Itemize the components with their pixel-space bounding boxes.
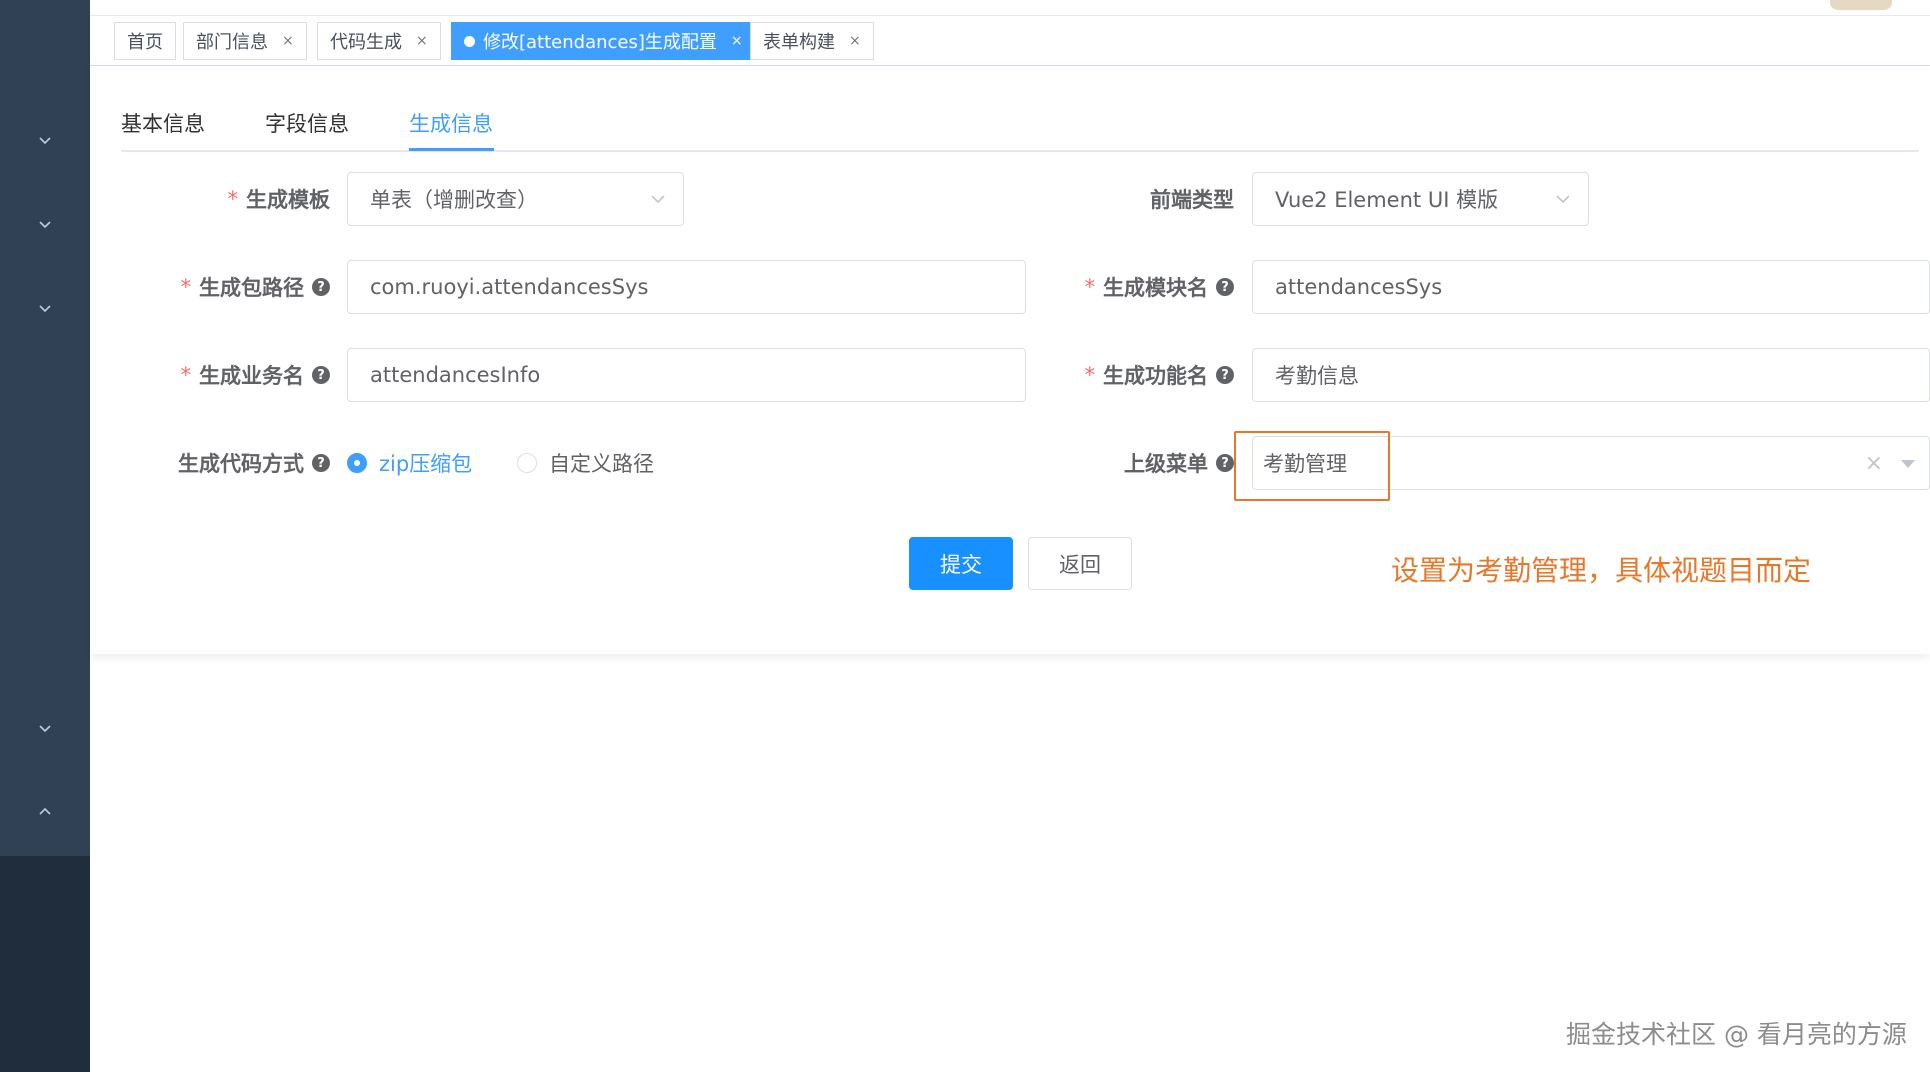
clear-icon[interactable]: × xyxy=(1865,451,1883,476)
input-value: 考勤信息 xyxy=(1275,364,1359,388)
input-value: com.ruoyi.attendancesSys xyxy=(370,275,649,299)
chevron-down-icon[interactable] xyxy=(37,720,53,736)
tag-code-gen[interactable]: 代码生成 × xyxy=(317,22,441,60)
required-mark: * xyxy=(1084,275,1096,299)
watermark: 掘金技术社区 @ 看月亮的方源 xyxy=(1566,1020,1907,1049)
avatar[interactable] xyxy=(1830,0,1892,10)
annotation-highlight-box xyxy=(1234,431,1390,501)
template-label: * 生成模板 xyxy=(120,172,331,226)
radio-circle[interactable] xyxy=(517,453,537,473)
chevron-down-icon[interactable] xyxy=(37,300,53,316)
back-button[interactable]: 返回 xyxy=(1028,537,1132,590)
chevron-down-icon[interactable] xyxy=(37,132,53,148)
tag-label: 表单构建 xyxy=(763,32,835,53)
function-input[interactable]: 考勤信息 xyxy=(1252,348,1930,402)
module-input[interactable]: attendancesSys xyxy=(1252,260,1930,314)
question-icon[interactable]: ? xyxy=(312,366,330,384)
label-text: 生成功能名 xyxy=(1103,364,1208,388)
question-icon[interactable]: ? xyxy=(1216,366,1234,384)
chevron-down-icon[interactable] xyxy=(37,216,53,232)
input-value: attendancesSys xyxy=(1275,275,1443,299)
caret-down-icon[interactable] xyxy=(1901,460,1915,468)
tab-field-info[interactable]: 字段信息 xyxy=(265,108,349,138)
select-value: 单表（增删改查） xyxy=(370,188,538,212)
tag-edit-gen-config[interactable]: 修改[attendances]生成配置 × xyxy=(451,22,756,60)
required-mark: * xyxy=(227,187,239,211)
module-label: * 生成模块名 ? xyxy=(1040,260,1234,314)
tag-home[interactable]: 首页 xyxy=(114,22,176,60)
template-select[interactable]: 单表（增删改查） xyxy=(347,172,684,226)
label-text: 生成模块名 xyxy=(1103,276,1208,300)
label-text: 上级菜单 xyxy=(1124,452,1208,476)
frontend-label: 前端类型 xyxy=(1040,172,1234,226)
package-input[interactable]: com.ruoyi.attendancesSys xyxy=(347,260,1026,314)
tag-dept-info[interactable]: 部门信息 × xyxy=(183,22,307,60)
tags-view: 首页 部门信息 × 代码生成 × 修改[attendances]生成配置 × 表… xyxy=(90,16,1930,66)
tab-basic-info[interactable]: 基本信息 xyxy=(121,108,205,138)
tag-label: 部门信息 xyxy=(196,32,268,53)
navbar xyxy=(90,0,1930,16)
required-mark: * xyxy=(1084,363,1096,387)
question-icon[interactable]: ? xyxy=(312,278,330,296)
tag-label: 代码生成 xyxy=(330,32,402,53)
label-text: 生成代码方式 xyxy=(178,452,304,476)
function-label: * 生成功能名 ? xyxy=(1040,348,1234,402)
active-dot-icon xyxy=(464,35,475,47)
label-text: 生成包路径 xyxy=(199,276,304,300)
radio-label: zip压缩包 xyxy=(379,452,473,476)
frontend-select[interactable]: Vue2 Element UI 模版 xyxy=(1252,172,1589,226)
tab-gen-info[interactable]: 生成信息 xyxy=(409,108,493,138)
close-icon[interactable]: × xyxy=(849,33,861,49)
select-value: Vue2 Element UI 模版 xyxy=(1275,188,1499,212)
radio-custom-path[interactable]: 自定义路径 xyxy=(517,448,654,478)
chevron-up-icon[interactable] xyxy=(37,804,53,820)
package-label: * 生成包路径 ? xyxy=(120,260,330,314)
tag-label: 首页 xyxy=(127,32,163,53)
tag-label: 修改[attendances]生成配置 xyxy=(483,32,717,53)
radio-circle[interactable] xyxy=(347,453,367,473)
required-mark: * xyxy=(180,363,192,387)
label-text: 生成业务名 xyxy=(199,364,304,388)
chevron-down-icon xyxy=(651,195,665,204)
close-icon[interactable]: × xyxy=(282,33,294,49)
sidebar xyxy=(0,0,90,1072)
parent-menu-label: 上级菜单 ? xyxy=(1040,436,1234,490)
radio-zip[interactable]: zip压缩包 xyxy=(347,448,472,478)
submit-button[interactable]: 提交 xyxy=(909,537,1013,590)
business-label: * 生成业务名 ? xyxy=(120,348,330,402)
label-text: 生成模板 xyxy=(246,188,330,212)
close-icon[interactable]: × xyxy=(416,33,428,49)
sidebar-menu xyxy=(0,0,90,856)
label-text: 前端类型 xyxy=(1150,188,1234,212)
required-mark: * xyxy=(180,275,192,299)
input-value: attendancesInfo xyxy=(370,363,541,387)
tabs-header xyxy=(121,90,1919,152)
tag-form-build[interactable]: 表单构建 × xyxy=(750,22,874,60)
gen-type-label: 生成代码方式 ? xyxy=(120,436,330,490)
radio-label: 自定义路径 xyxy=(549,452,654,476)
chevron-down-icon xyxy=(1556,195,1570,204)
question-icon[interactable]: ? xyxy=(312,454,330,472)
close-icon[interactable]: × xyxy=(731,33,743,49)
business-input[interactable]: attendancesInfo xyxy=(347,348,1026,402)
question-icon[interactable]: ? xyxy=(1216,278,1234,296)
tab-active-indicator xyxy=(409,148,494,151)
annotation-text: 设置为考勤管理，具体视题目而定 xyxy=(1391,554,1812,587)
question-icon[interactable]: ? xyxy=(1216,454,1234,472)
